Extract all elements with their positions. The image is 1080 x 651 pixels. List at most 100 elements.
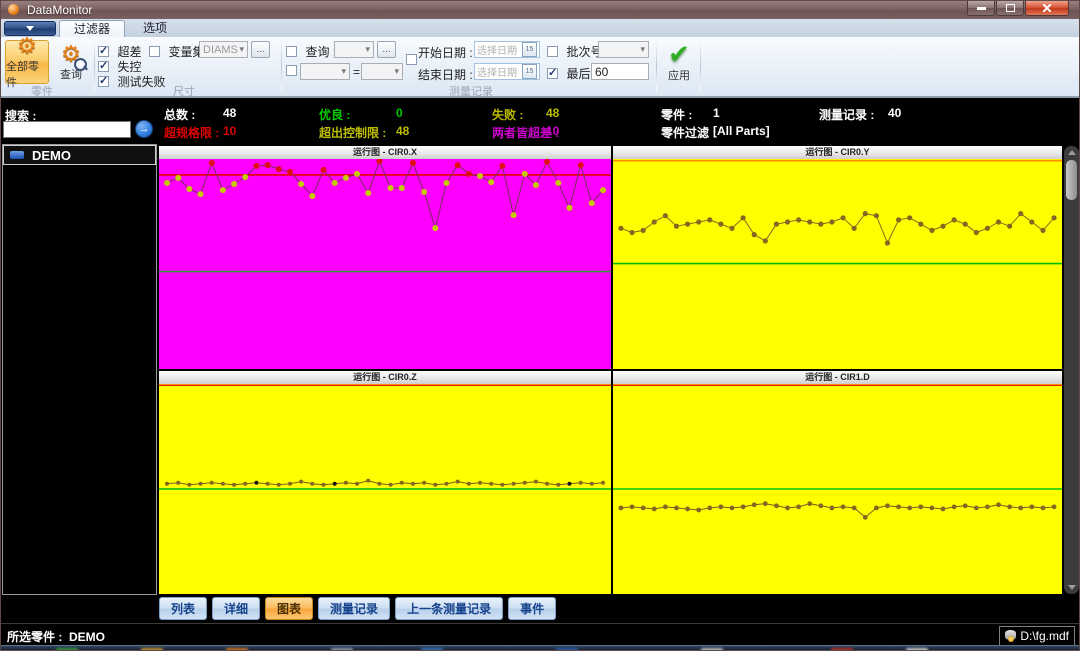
query-field-select[interactable]: ▾ xyxy=(300,63,350,80)
run-chart-panel-CIR1.D[interactable]: 运行图 - CIR1.D xyxy=(613,371,1062,594)
summary-label: 测量记录 : xyxy=(819,106,874,123)
run-chart-panel-CIR0.Z[interactable]: 运行图 - CIR0.Z xyxy=(159,371,611,594)
variable-set-select[interactable]: DIAMS▾ xyxy=(199,41,248,58)
windows-taskbar[interactable] xyxy=(1,645,1080,651)
apply-button[interactable]: ✔ 应用 xyxy=(661,40,697,84)
view-tab-detail[interactable]: 详细 xyxy=(212,597,260,620)
minimize-button[interactable] xyxy=(967,1,995,16)
calendar-icon[interactable]: 15 xyxy=(522,42,537,57)
all-parts-button[interactable]: ⚙ 全部零件 xyxy=(5,40,49,84)
part-label: DEMO xyxy=(32,148,71,163)
query-value-select[interactable]: ▾ xyxy=(361,63,403,80)
database-file-path: D:\fg.mdf xyxy=(1020,629,1069,643)
tab-options[interactable]: 选项 xyxy=(129,20,181,37)
chart-title: 运行图 - CIR0.X xyxy=(159,146,611,159)
title-bar[interactable]: DataMonitor xyxy=(1,1,1079,19)
view-tab-list[interactable]: 列表 xyxy=(159,597,207,620)
database-icon xyxy=(1005,630,1016,642)
chart-plot-area xyxy=(159,384,611,594)
chart-svg xyxy=(159,384,611,594)
checkbox-date-range[interactable] xyxy=(406,54,417,65)
checkbox-test-failed[interactable]: 测试失败 xyxy=(98,73,165,91)
checkbox-last[interactable]: 最后 xyxy=(547,65,590,83)
triangle-up-icon xyxy=(1068,150,1076,155)
scroll-up-button[interactable] xyxy=(1064,146,1079,159)
group-label-records: 测量记录 xyxy=(449,83,493,99)
view-tab-prev-measure-record[interactable]: 上一条测量记录 xyxy=(395,597,503,620)
checkbox-icon xyxy=(98,46,109,57)
main-content: 总数 :48优良 :0失败 :48零件 :1测量记录 :40超规格限 :10超出… xyxy=(1,98,1079,645)
checkbox-icon xyxy=(98,76,109,87)
minimize-icon xyxy=(977,7,986,10)
summary-label: 总数 : xyxy=(164,106,195,123)
end-date-input[interactable]: 选择日期 15 xyxy=(474,63,540,80)
checkbox-icon xyxy=(149,46,160,57)
summary-label: 零件 : xyxy=(661,106,692,123)
last-count-input[interactable] xyxy=(591,63,649,80)
chevron-down-icon: ▾ xyxy=(394,66,399,77)
summary-label: 失败 : xyxy=(492,106,523,123)
group-separator xyxy=(94,39,95,91)
chart-plot-area xyxy=(613,384,1062,594)
view-tab-events[interactable]: 事件 xyxy=(508,597,556,620)
tab-filter[interactable]: 过滤器 xyxy=(59,20,125,37)
summary-label: 优良 : xyxy=(319,106,350,123)
group-label-dimension: 尺寸 xyxy=(173,83,195,99)
close-icon xyxy=(1043,4,1051,12)
chart-svg xyxy=(159,159,611,369)
start-date-input[interactable]: 选择日期 15 xyxy=(474,41,540,58)
summary-value: 10 xyxy=(546,124,559,138)
group-separator xyxy=(700,39,701,91)
view-tab-chart[interactable]: 图表 xyxy=(265,597,313,620)
status-bar: 所选零件 : DEMO D:\fg.mdf xyxy=(1,623,1079,645)
application-window: DataMonitor 过滤器 选项 ⚙ 全部零件 ⚙ 查询 xyxy=(0,0,1080,651)
chevron-down-icon: ▾ xyxy=(365,44,370,55)
checkbox-icon xyxy=(547,68,558,79)
group-label-parts: 零件 xyxy=(31,83,53,99)
run-chart-panel-CIR0.Y[interactable]: 运行图 - CIR0.Y xyxy=(613,146,1062,369)
search-input[interactable] xyxy=(3,121,131,138)
gear-icon: ⚙ xyxy=(17,35,37,57)
query-select[interactable]: ▾ xyxy=(334,41,374,58)
checkbox-icon xyxy=(286,46,297,57)
checkbox-query[interactable]: 查询 : xyxy=(286,43,336,61)
group-separator xyxy=(656,39,657,91)
chart-title: 运行图 - CIR0.Z xyxy=(159,371,611,384)
query-parts-button[interactable]: ⚙ 查询 xyxy=(51,40,91,84)
start-date-label: 开始日期 : xyxy=(418,44,473,61)
chart-plot-area xyxy=(159,159,611,369)
summary-value: [All Parts] xyxy=(713,124,770,138)
summary-value: 40 xyxy=(888,106,901,120)
checkbox-query-value[interactable] xyxy=(286,65,297,76)
scrollbar-thumb[interactable] xyxy=(1066,160,1077,200)
triangle-down-icon xyxy=(1068,585,1076,590)
chevron-down-icon: ▾ xyxy=(640,44,645,55)
batch-select[interactable]: ▾ xyxy=(598,41,649,58)
chart-svg xyxy=(613,159,1062,369)
summary-label: 零件过滤 : xyxy=(661,124,716,141)
group-separator xyxy=(281,39,282,91)
database-file-indicator: D:\fg.mdf xyxy=(999,626,1075,646)
summary-label: 超出控制限 : xyxy=(319,124,386,141)
summary-value: 48 xyxy=(546,106,559,120)
close-button[interactable] xyxy=(1025,1,1069,16)
run-chart-panel-CIR0.X[interactable]: 运行图 - CIR0.X xyxy=(159,146,611,369)
chevron-down-icon: ▾ xyxy=(239,44,244,55)
summary-value: 48 xyxy=(223,106,236,120)
part-icon xyxy=(10,151,24,159)
variable-set-more-button[interactable]: ... xyxy=(251,41,270,58)
view-tabs: 列表详细图表测量记录上一条测量记录事件 xyxy=(159,597,556,620)
maximize-button[interactable] xyxy=(996,1,1024,16)
chevron-down-icon xyxy=(26,26,34,31)
arrow-right-icon: → xyxy=(139,123,150,135)
ribbon-toolbar: ⚙ 全部零件 ⚙ 查询 零件 超差 失控 测试失败 变量集 : DIAMS▾ xyxy=(1,37,1079,98)
view-tab-measure-records[interactable]: 测量记录 xyxy=(318,597,390,620)
window-title: DataMonitor xyxy=(27,3,92,17)
scroll-down-button[interactable] xyxy=(1064,581,1079,594)
part-list-item[interactable]: DEMO xyxy=(3,145,156,165)
query-more-button[interactable]: ... xyxy=(377,41,396,58)
charts-scrollbar[interactable] xyxy=(1064,146,1079,594)
selected-part-label: 所选零件 : xyxy=(7,630,62,644)
search-go-button[interactable]: → xyxy=(135,120,153,138)
calendar-icon[interactable]: 15 xyxy=(522,64,537,79)
